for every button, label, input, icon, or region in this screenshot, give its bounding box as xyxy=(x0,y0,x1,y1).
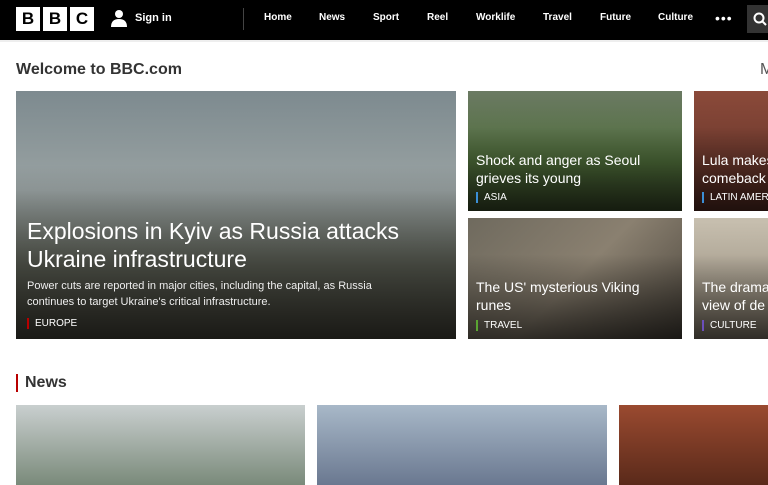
news-story-image[interactable] xyxy=(317,405,607,485)
hero-story[interactable]: Explosions in Kyiv as Russia attacks Ukr… xyxy=(16,91,456,339)
nav-future[interactable]: Future xyxy=(600,12,631,23)
story-title: The US' mysterious Viking runes xyxy=(476,279,640,313)
news-story-image[interactable] xyxy=(16,405,305,485)
logo-letter: B xyxy=(16,7,40,31)
nav-home[interactable]: Home xyxy=(264,12,292,23)
story-card[interactable]: The drama view of de CULTURE xyxy=(694,218,768,339)
story-title: Shock and anger as Seoul grieves its you… xyxy=(476,152,641,186)
logo-letter: B xyxy=(43,7,67,31)
sign-in-label: Sign in xyxy=(135,12,172,24)
top-nav: B B C Sign in Home News Sport Reel Workl… xyxy=(0,0,768,40)
nav-worklife[interactable]: Worklife xyxy=(476,12,515,23)
search-icon xyxy=(753,12,767,26)
nav-sport[interactable]: Sport xyxy=(373,12,399,23)
nav-divider xyxy=(243,8,244,30)
more-menu-button[interactable]: ••• xyxy=(715,10,733,26)
story-title: The drama view of de xyxy=(702,279,768,313)
story-tag[interactable]: LATIN AMER xyxy=(702,192,768,203)
story-card[interactable]: Shock and anger as Seoul grieves its you… xyxy=(468,91,682,211)
user-icon xyxy=(111,10,127,27)
story-tag[interactable]: ASIA xyxy=(476,192,507,203)
search-button[interactable] xyxy=(747,5,768,33)
page-title: Welcome to BBC.com xyxy=(16,61,182,78)
nav-reel[interactable]: Reel xyxy=(427,12,448,23)
story-card[interactable]: Lula makes comeback LATIN AMER xyxy=(694,91,768,211)
hero-summary: Power cuts are reported in major cities,… xyxy=(27,280,372,308)
nav-news[interactable]: News xyxy=(319,12,345,23)
bbc-logo[interactable]: B B C xyxy=(16,7,94,31)
nav-travel[interactable]: Travel xyxy=(543,12,572,23)
news-story-image[interactable] xyxy=(619,405,768,485)
story-tag[interactable]: TRAVEL xyxy=(476,320,522,331)
nav-divider-line xyxy=(0,40,768,42)
sign-in-button[interactable]: Sign in xyxy=(110,9,172,27)
nav-culture[interactable]: Culture xyxy=(658,12,693,23)
story-card[interactable]: The US' mysterious Viking runes TRAVEL xyxy=(468,218,682,339)
story-tag[interactable]: CULTURE xyxy=(702,320,756,331)
hero-tag[interactable]: EUROPE xyxy=(27,318,77,329)
news-section-heading: News xyxy=(16,374,67,392)
hero-title: Explosions in Kyiv as Russia attacks Ukr… xyxy=(27,218,399,272)
story-title: Lula makes comeback xyxy=(702,152,768,186)
next-section-peek: M xyxy=(760,61,768,78)
logo-letter: C xyxy=(70,7,94,31)
